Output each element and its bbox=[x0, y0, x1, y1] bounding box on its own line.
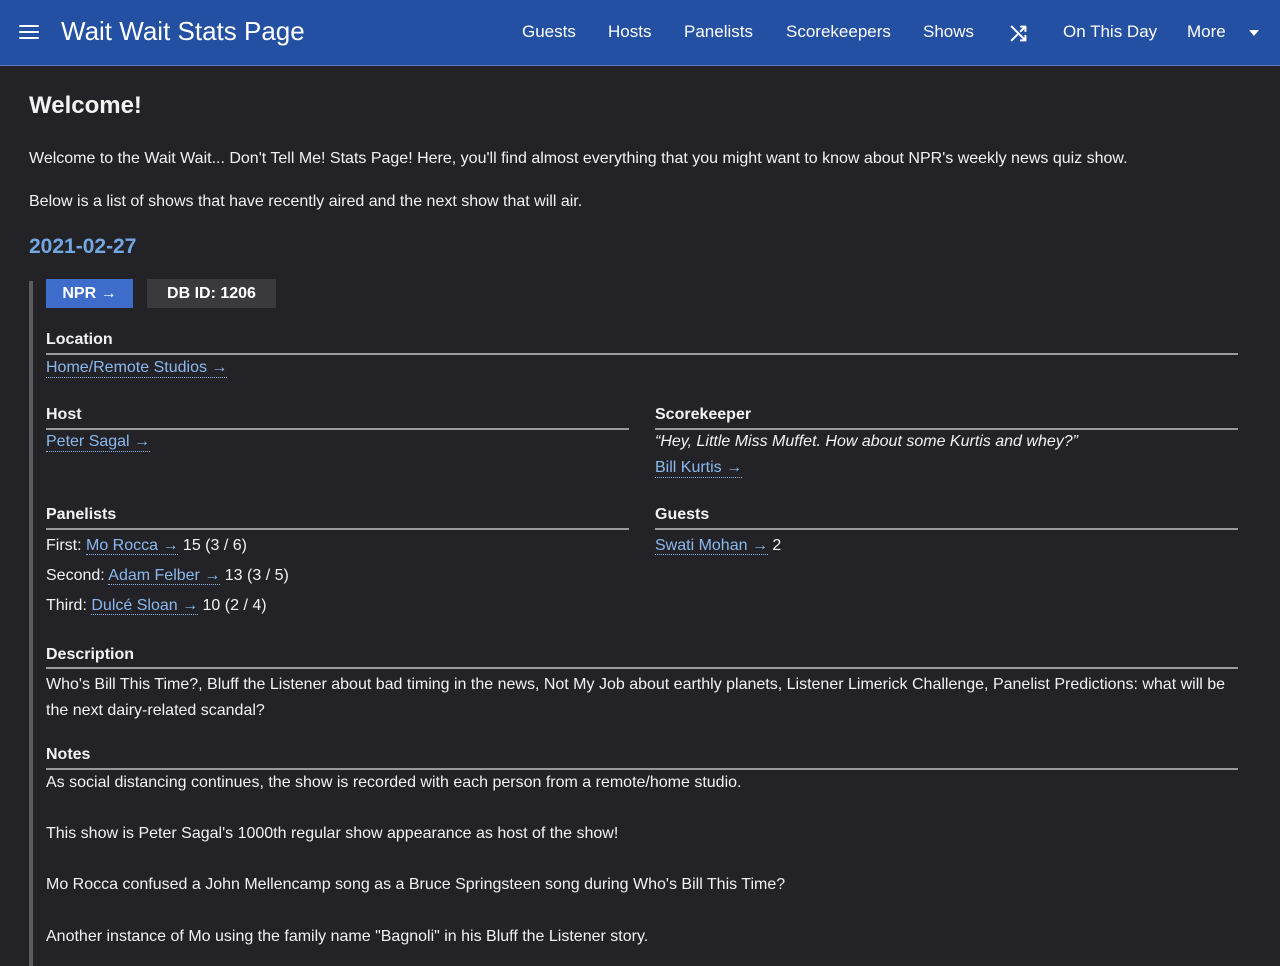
intro-text: Welcome to the Wait Wait... Don't Tell M… bbox=[29, 150, 1128, 167]
top-navbar: Wait Wait Stats Page Guests Hosts Paneli… bbox=[0, 0, 1280, 66]
guests-heading: Guests bbox=[655, 506, 710, 523]
panelist-row: Second: Adam Felber → 13 (3 / 5) bbox=[46, 567, 289, 585]
show-card bbox=[29, 281, 1242, 966]
note-item: Mo Rocca confused a John Mellencamp song… bbox=[46, 876, 786, 893]
guest-row: Swati Mohan → 2 bbox=[655, 537, 781, 555]
panelist-link[interactable]: Dulcé Sloan → bbox=[91, 597, 199, 615]
panelist-rank: Third: bbox=[46, 597, 87, 614]
host-heading: Host bbox=[46, 406, 82, 423]
scorekeeper-divider bbox=[655, 428, 1238, 430]
host-divider bbox=[46, 428, 629, 430]
scorekeeper-quote: “Hey, Little Miss Muffet. How about some… bbox=[655, 433, 1078, 450]
notes-heading: Notes bbox=[46, 746, 91, 763]
panelist-score: 15 (3 / 6) bbox=[182, 537, 247, 554]
description-text: Who's Bill This Time?, Bluff the Listene… bbox=[46, 676, 1226, 719]
panelists-divider bbox=[46, 528, 629, 530]
nav-more[interactable]: More bbox=[1187, 22, 1226, 42]
nav-hosts[interactable]: Hosts bbox=[608, 22, 651, 42]
panelist-score: 10 (2 / 4) bbox=[202, 597, 267, 614]
panelist-row: Third: Dulcé Sloan → 10 (2 / 4) bbox=[46, 597, 267, 615]
db-id-badge: DB ID: 1206 bbox=[147, 279, 276, 308]
panelist-row: First: Mo Rocca → 15 (3 / 6) bbox=[46, 537, 247, 555]
show-date-heading[interactable]: 2021-02-27 bbox=[29, 235, 136, 259]
note-item: Another instance of Mo using the family … bbox=[46, 928, 649, 945]
panelists-heading: Panelists bbox=[46, 506, 117, 523]
panelist-link[interactable]: Adam Felber → bbox=[108, 567, 221, 585]
host-link[interactable]: Peter Sagal → bbox=[46, 433, 151, 452]
note-item: This show is Peter Sagal's 1000th regula… bbox=[46, 825, 619, 842]
guest-score: 2 bbox=[772, 537, 782, 554]
nav-scorekeepers[interactable]: Scorekeepers bbox=[786, 22, 891, 42]
location-link[interactable]: Home/Remote Studios → bbox=[46, 359, 228, 378]
note-item: As social distancing continues, the show… bbox=[46, 774, 742, 791]
nav-shows[interactable]: Shows bbox=[923, 22, 974, 42]
npr-link-button[interactable]: NPR → bbox=[46, 279, 133, 308]
panelist-rank: First: bbox=[46, 537, 82, 554]
location-divider bbox=[46, 353, 1238, 355]
scorekeeper-heading: Scorekeeper bbox=[655, 406, 752, 423]
nav-panelists[interactable]: Panelists bbox=[684, 22, 753, 42]
description-heading: Description bbox=[46, 646, 135, 663]
panelist-score: 13 (3 / 5) bbox=[224, 567, 289, 584]
intro-subtext: Below is a list of shows that have recen… bbox=[29, 193, 583, 210]
panelist-rank: Second: bbox=[46, 567, 105, 584]
description-divider bbox=[46, 667, 1238, 669]
site-brand[interactable]: Wait Wait Stats Page bbox=[61, 16, 305, 47]
nav-on-this-day[interactable]: On This Day bbox=[1063, 22, 1157, 42]
page-title: Welcome! bbox=[29, 92, 142, 119]
guests-divider bbox=[655, 528, 1238, 530]
location-heading: Location bbox=[46, 331, 113, 348]
guest-link[interactable]: Swati Mohan → bbox=[655, 537, 768, 555]
panelist-link[interactable]: Mo Rocca → bbox=[86, 537, 179, 555]
menu-icon[interactable] bbox=[19, 25, 39, 41]
notes-divider bbox=[46, 768, 1238, 770]
nav-guests[interactable]: Guests bbox=[522, 22, 576, 42]
scorekeeper-link[interactable]: Bill Kurtis → bbox=[655, 459, 743, 478]
chevron-down-icon[interactable] bbox=[1249, 30, 1259, 36]
shuffle-icon[interactable] bbox=[1008, 22, 1030, 44]
